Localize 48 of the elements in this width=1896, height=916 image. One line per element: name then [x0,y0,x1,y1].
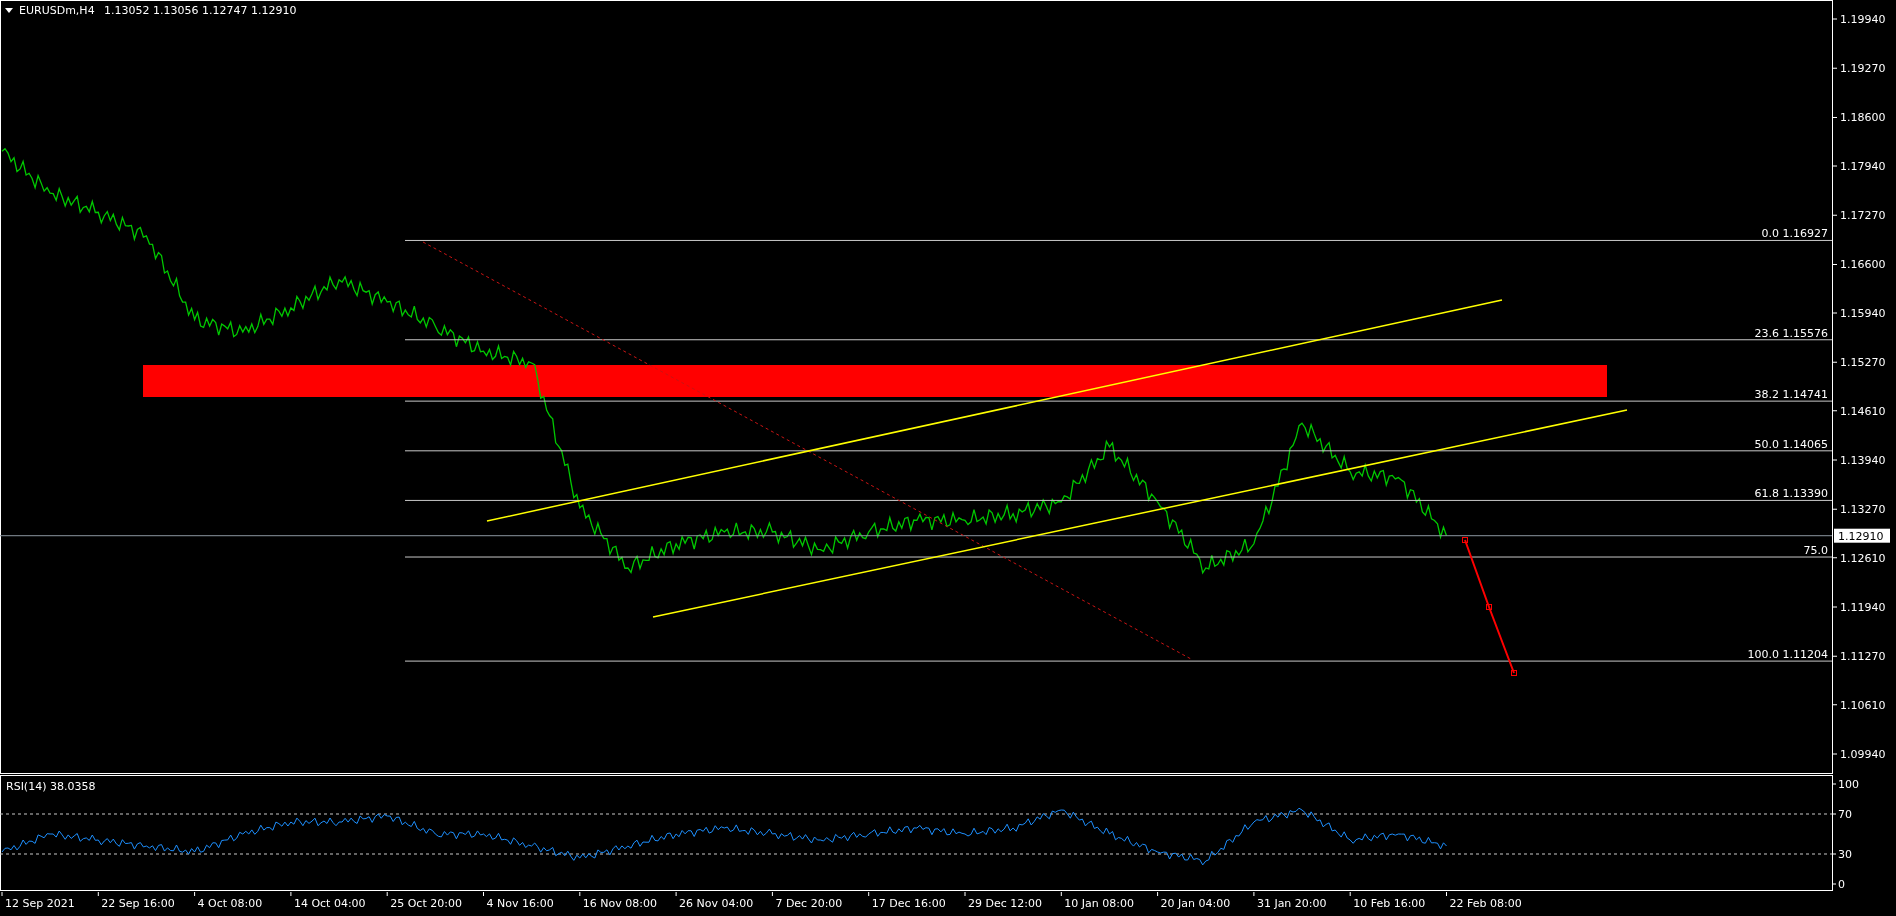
price-axis-label: 1.18600 [1840,111,1886,125]
price-axis-label: 1.09940 [1840,748,1886,761]
date-axis-label: 31 Jan 20:00 [1256,897,1327,910]
price-axis-label: 1.17270 [1840,209,1886,223]
quote-label: 1.13052 1.13056 1.12747 1.12910 [104,4,297,17]
rsi-axis-label: 70 [1838,808,1852,821]
date-axis-label: 20 Jan 04:00 [1160,897,1231,910]
fibonacci-level-label: 100.0 1.11204 [1747,648,1828,662]
price-axis-label: 1.19270 [1840,62,1886,76]
date-axis-label: 4 Nov 16:00 [486,897,554,910]
fibonacci-level-label: 75.0 [1803,544,1828,557]
date-axis-label: 17 Dec 16:00 [871,897,946,910]
rsi-axis-label: 30 [1838,848,1852,861]
fibonacci-level-label: 23.6 1.15576 [1754,326,1828,340]
date-axis-label: 7 Dec 20:00 [775,897,843,910]
symbol-label: EURUSDm,H4 [19,4,95,17]
date-axis-label: 4 Oct 08:00 [197,897,263,910]
price-axis-label: 1.16600 [1840,258,1886,272]
fibonacci-level-label: 38.2 1.14741 [1754,388,1828,402]
price-axis-label: 1.17940 [1840,160,1886,173]
rsi-axis-label: 0 [1838,878,1845,891]
date-axis-label: 25 Oct 20:00 [390,897,462,910]
price-axis-label: 1.14610 [1840,404,1886,418]
price-axis-label: 1.15270 [1840,356,1886,370]
fibonacci-level-label: 61.8 1.13390 [1754,487,1828,501]
price-axis-label: 1.13270 [1840,503,1886,517]
date-axis-label: 22 Feb 08:00 [1449,897,1522,910]
dropdown-icon[interactable] [5,8,13,13]
date-axis-label: 16 Nov 08:00 [582,897,657,910]
date-axis-label: 29 Dec 12:00 [968,897,1042,910]
fibonacci-level-label: 0.0 1.16927 [1761,227,1828,241]
date-axis-label: 22 Sep 16:00 [101,897,175,910]
price-axis-label: 1.11940 [1840,601,1886,614]
fibonacci-level-label: 50.0 1.14065 [1754,437,1828,451]
date-axis-label: 26 Nov 04:00 [679,897,754,910]
current-price-tag: 1.12910 [1834,528,1890,543]
date-axis-label: 10 Jan 08:00 [1064,897,1134,910]
date-axis-label: 10 Feb 16:00 [1353,897,1426,910]
date-axis-label: 12 Sep 2021 [5,897,75,910]
price-axis-label: 1.12610 [1840,551,1886,565]
date-axis-label: 14 Oct 04:00 [293,897,366,910]
price-axis-label: 1.10610 [1840,698,1886,712]
price-axis-label: 1.13940 [1840,454,1886,467]
price-axis-label: 1.15940 [1840,307,1886,320]
rsi-title: RSI(14) 38.0358 [6,780,96,793]
price-axis-label: 1.11270 [1840,650,1886,664]
price-axis-label: 1.19940 [1840,13,1886,26]
rsi-axis-label: 100 [1838,778,1859,791]
